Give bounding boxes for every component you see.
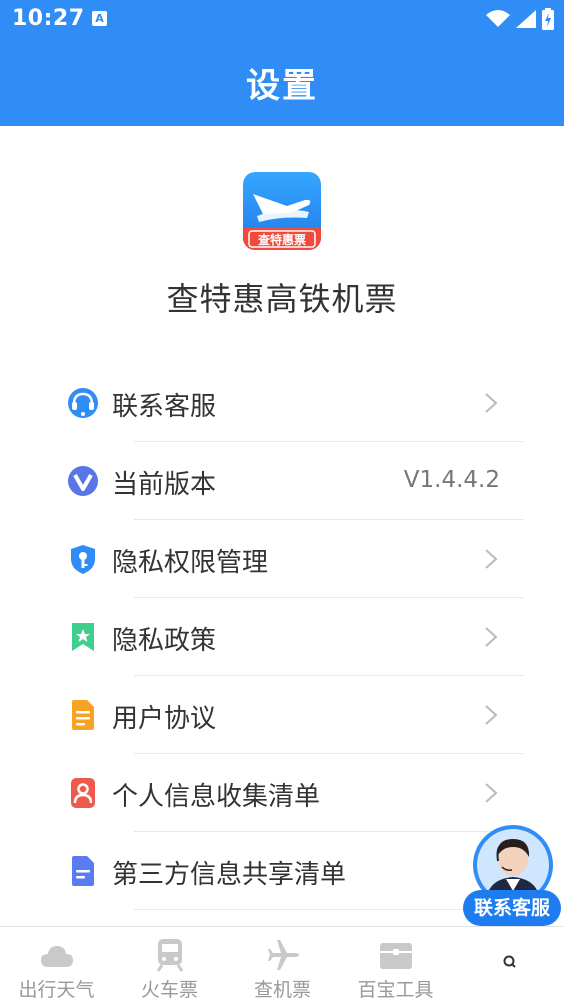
version-icon	[68, 466, 98, 496]
shield-key-icon	[71, 545, 95, 574]
document-icon	[72, 700, 94, 730]
svg-text:查特惠票: 查特惠票	[257, 232, 306, 247]
person-icon	[71, 778, 95, 808]
toolbox-icon	[380, 943, 412, 969]
chevron-right-icon	[485, 627, 498, 647]
tab-toolbox[interactable]: 百宝工具	[339, 927, 452, 1005]
tab-label: 出行天气	[18, 979, 95, 1001]
chevron-right-icon	[485, 393, 498, 413]
chevron-right-icon	[485, 705, 498, 725]
tab-search[interactable]	[452, 927, 564, 1005]
menu-item-current-version: 当前版本 V1.4.4.2	[0, 442, 564, 520]
menu-item-contact-service[interactable]: 联系客服	[0, 364, 564, 442]
train-icon	[156, 939, 184, 972]
bottom-tab-bar: 出行天气 火车票 查机票 百宝工具	[0, 926, 564, 1005]
menu-item-privacy-policy[interactable]: 隐私政策	[0, 598, 564, 676]
status-bar: 10:27 A	[0, 0, 564, 40]
app-header: 10:27 A 设置	[0, 0, 564, 126]
menu-item-label: 当前版本	[112, 470, 217, 500]
tab-train-tickets[interactable]: 火车票	[113, 927, 226, 1005]
cloud-icon	[41, 946, 73, 967]
menu-item-label: 联系客服	[112, 392, 217, 422]
status-icons	[486, 8, 554, 30]
tab-label: 查机票	[253, 979, 311, 1001]
menu-item-user-agreement[interactable]: 用户协议	[0, 676, 564, 754]
battery-icon	[542, 8, 554, 30]
version-value: V1.4.4.2	[403, 467, 500, 493]
list-document-icon	[72, 856, 94, 886]
status-time: 10:27	[12, 6, 85, 31]
app-logo: 查特惠票	[243, 172, 321, 250]
bookmark-star-icon	[72, 623, 94, 651]
signal-icon	[516, 10, 536, 28]
menu-item-label: 隐私政策	[112, 626, 217, 656]
chevron-right-icon	[485, 783, 498, 803]
menu-item-privacy-permissions[interactable]: 隐私权限管理	[0, 520, 564, 598]
menu-item-label: 隐私权限管理	[112, 548, 269, 578]
menu-item-personal-info-list[interactable]: 个人信息收集清单	[0, 754, 564, 832]
menu-item-label: 第三方信息共享清单	[112, 860, 347, 890]
chevron-right-icon	[485, 549, 498, 569]
plane-icon	[268, 940, 299, 970]
tab-weather[interactable]: 出行天气	[0, 927, 113, 1005]
menu-item-label: 用户协议	[112, 704, 217, 734]
page-title: 设置	[246, 66, 318, 106]
notification-icon: A	[92, 11, 107, 26]
menu-item-label: 个人信息收集清单	[112, 782, 321, 812]
wifi-icon	[486, 10, 510, 27]
app-name: 查特惠高铁机票	[166, 280, 398, 318]
search-icon	[503, 955, 516, 968]
tab-label: 百宝工具	[357, 979, 434, 1001]
tab-flights[interactable]: 查机票	[226, 927, 339, 1005]
tab-label: 火车票	[140, 979, 198, 1001]
agent-label[interactable]: 联系客服	[463, 890, 561, 926]
customer-service-icon	[68, 388, 98, 418]
